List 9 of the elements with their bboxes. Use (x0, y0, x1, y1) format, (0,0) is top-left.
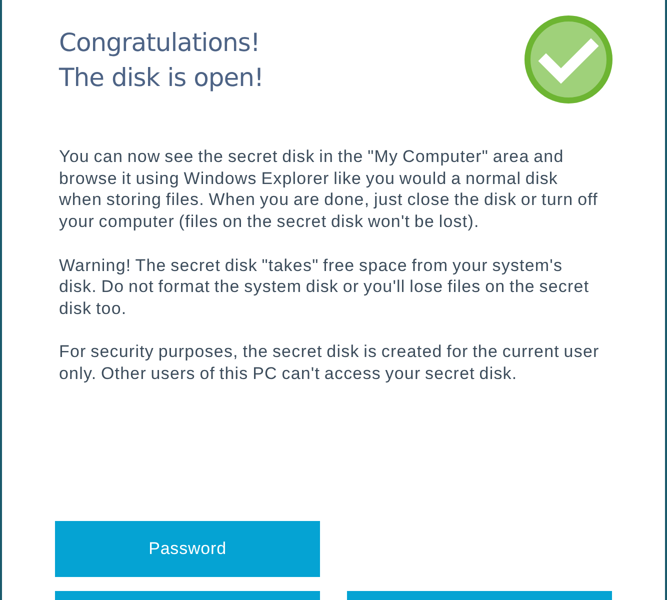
cut-off-button[interactable] (347, 591, 612, 600)
heading-text: Congratulations! (59, 27, 261, 59)
message-paragraph: Warning! The secret disk "takes" free space from your system's disk. Do not format the system disk or you'll lose files on the secret disk too. (59, 254, 590, 320)
cut-off-button[interactable] (55, 591, 320, 600)
heading-text: The disk is open! (59, 62, 264, 94)
message-paragraph: You can now see the secret disk in the "My Computer" area and browse it using Windows Explorer like you would a normal disk when storing files. When you are done, just close the disk or turn off your computer (files on the secret disk won't be lost). (59, 146, 599, 233)
password-button[interactable]: Password (55, 521, 320, 577)
message-paragraph: For security purposes, the secret disk is created for the current user only. Other users of this PC can't access your secret disk. (59, 341, 600, 385)
check-circle-icon (524, 15, 613, 104)
